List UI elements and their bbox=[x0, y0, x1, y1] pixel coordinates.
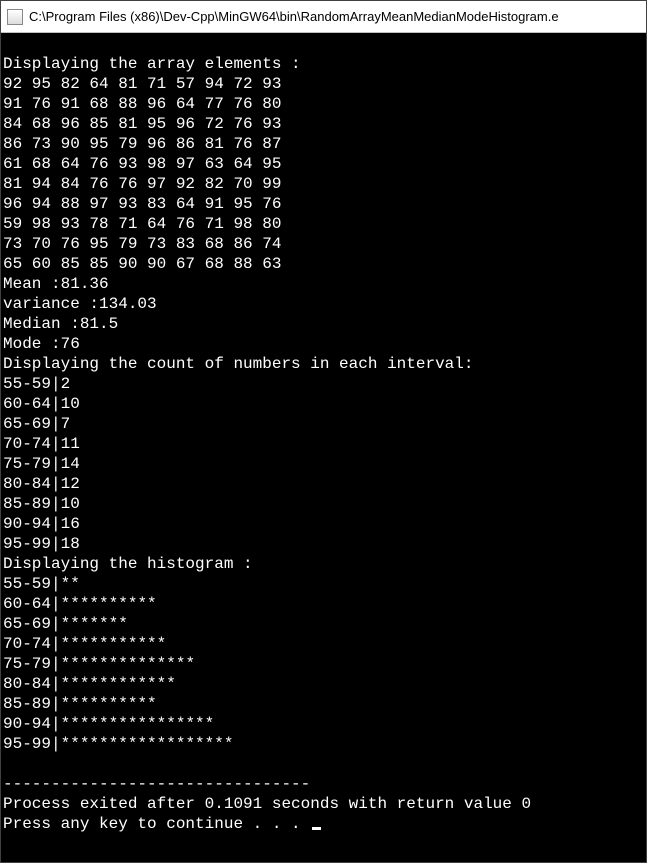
title-bar[interactable]: C:\Program Files (x86)\Dev-Cpp\MinGW64\b… bbox=[1, 1, 646, 33]
histogram-row: 95-99|****************** bbox=[3, 735, 233, 753]
continue-prompt: Press any key to continue . . . bbox=[3, 815, 310, 833]
median-label: Median : bbox=[3, 315, 80, 333]
text-cursor bbox=[312, 827, 321, 830]
count-row: 85-89|10 bbox=[3, 495, 80, 513]
app-icon bbox=[7, 9, 23, 25]
divider-line: -------------------------------- bbox=[3, 775, 310, 793]
histogram-row: 60-64|********** bbox=[3, 595, 157, 613]
console-window: C:\Program Files (x86)\Dev-Cpp\MinGW64\b… bbox=[0, 0, 647, 863]
array-row: 86 73 90 95 79 96 86 81 76 87 bbox=[3, 135, 281, 153]
histogram-row: 75-79|************** bbox=[3, 655, 195, 673]
array-row: 59 98 93 78 71 64 76 71 98 80 bbox=[3, 215, 281, 233]
count-row: 80-84|12 bbox=[3, 475, 80, 493]
mean-label: Mean : bbox=[3, 275, 61, 293]
histogram-row: 55-59|** bbox=[3, 575, 80, 593]
array-row: 91 76 91 68 88 96 64 77 76 80 bbox=[3, 95, 281, 113]
console-output[interactable]: Displaying the array elements : 92 95 82… bbox=[1, 33, 646, 862]
process-exit-line: Process exited after 0.1091 seconds with… bbox=[3, 795, 531, 813]
histogram-row: 70-74|*********** bbox=[3, 635, 166, 653]
histogram-row: 65-69|******* bbox=[3, 615, 128, 633]
histogram-row: 85-89|********** bbox=[3, 695, 157, 713]
count-row: 75-79|14 bbox=[3, 455, 80, 473]
array-row: 92 95 82 64 81 71 57 94 72 93 bbox=[3, 75, 281, 93]
histogram-header: Displaying the histogram : bbox=[3, 555, 253, 573]
variance-label: variance : bbox=[3, 295, 99, 313]
counts-header: Displaying the count of numbers in each … bbox=[3, 355, 473, 373]
count-row: 55-59|2 bbox=[3, 375, 70, 393]
mode-label: Mode : bbox=[3, 335, 61, 353]
count-row: 65-69|7 bbox=[3, 415, 70, 433]
window-title: C:\Program Files (x86)\Dev-Cpp\MinGW64\b… bbox=[29, 9, 640, 24]
histogram-row: 90-94|**************** bbox=[3, 715, 214, 733]
array-row: 61 68 64 76 93 98 97 63 64 95 bbox=[3, 155, 281, 173]
array-row: 96 94 88 97 93 83 64 91 95 76 bbox=[3, 195, 281, 213]
array-row: 81 94 84 76 76 97 92 82 70 99 bbox=[3, 175, 281, 193]
array-header: Displaying the array elements : bbox=[3, 55, 301, 73]
mode-value: 76 bbox=[61, 335, 80, 353]
count-row: 90-94|16 bbox=[3, 515, 80, 533]
median-value: 81.5 bbox=[80, 315, 118, 333]
mean-value: 81.36 bbox=[61, 275, 109, 293]
count-row: 70-74|11 bbox=[3, 435, 80, 453]
array-row: 84 68 96 85 81 95 96 72 76 93 bbox=[3, 115, 281, 133]
array-row: 73 70 76 95 79 73 83 68 86 74 bbox=[3, 235, 281, 253]
count-row: 95-99|18 bbox=[3, 535, 80, 553]
histogram-row: 80-84|************ bbox=[3, 675, 176, 693]
array-row: 65 60 85 85 90 90 67 68 88 63 bbox=[3, 255, 281, 273]
variance-value: 134.03 bbox=[99, 295, 157, 313]
count-row: 60-64|10 bbox=[3, 395, 80, 413]
